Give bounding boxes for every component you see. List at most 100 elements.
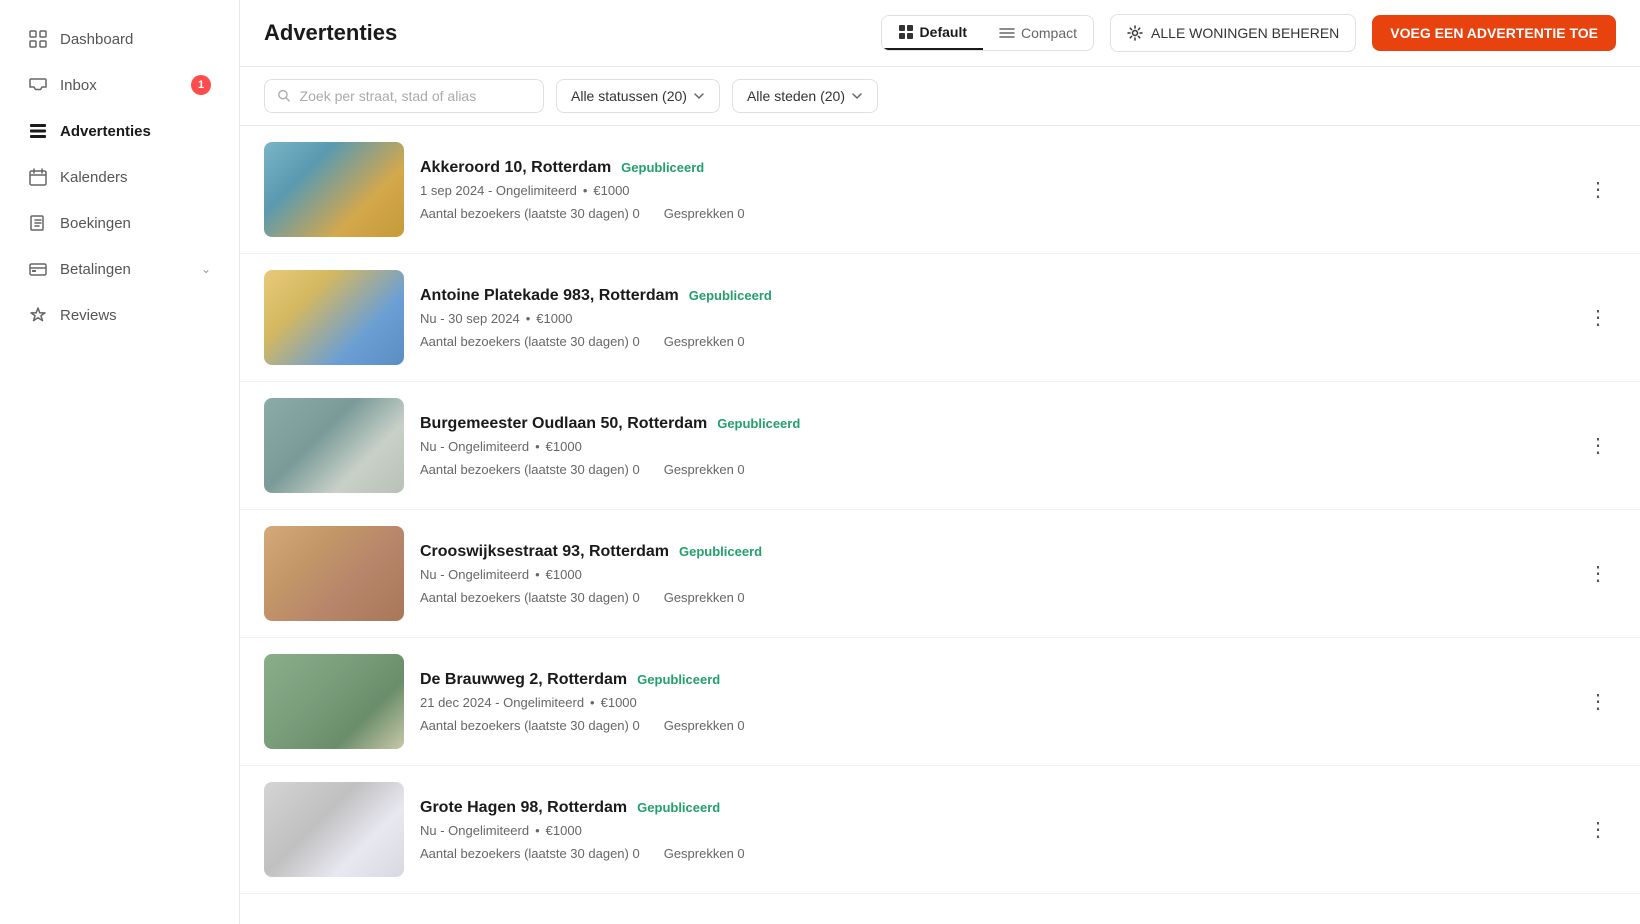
status-badge: Gepubliceerd bbox=[689, 288, 772, 303]
city-filter-button[interactable]: Alle steden (20) bbox=[732, 79, 878, 113]
dot-separator: • bbox=[535, 823, 540, 838]
listing-item: Antoine Platekade 983, Rotterdam Gepubli… bbox=[240, 254, 1640, 382]
list-icon bbox=[28, 121, 48, 141]
listing-title-row: Antoine Platekade 983, Rotterdam Gepubli… bbox=[420, 287, 1564, 305]
dot-separator: • bbox=[535, 567, 540, 582]
compact-view-icon bbox=[999, 25, 1015, 41]
listing-item: Akkeroord 10, Rotterdam Gepubliceerd 1 s… bbox=[240, 126, 1640, 254]
manage-all-button[interactable]: ALLE WONINGEN BEHEREN bbox=[1110, 14, 1356, 52]
chevron-down-icon bbox=[851, 90, 863, 102]
listing-conversations: Gesprekken 0 bbox=[664, 590, 745, 605]
listing-meta: 1 sep 2024 - Ongelimiteerd • €1000 bbox=[420, 183, 1564, 198]
sidebar-item-label: Boekingen bbox=[60, 215, 131, 232]
status-badge: Gepubliceerd bbox=[637, 672, 720, 687]
default-view-icon bbox=[898, 24, 914, 40]
listing-date: Nu - Ongelimiteerd bbox=[420, 823, 529, 838]
listing-conversations: Gesprekken 0 bbox=[664, 334, 745, 349]
listing-title-row: Burgemeester Oudlaan 50, Rotterdam Gepub… bbox=[420, 415, 1564, 433]
more-options-button[interactable]: ⋮ bbox=[1580, 297, 1616, 338]
listing-info: Antoine Platekade 983, Rotterdam Gepubli… bbox=[420, 287, 1564, 349]
listing-info: Crooswijksestraat 93, Rotterdam Gepublic… bbox=[420, 543, 1564, 605]
sidebar-item-boekingen[interactable]: Boekingen bbox=[8, 201, 231, 245]
listing-price: €1000 bbox=[536, 311, 572, 326]
listing-thumbnail bbox=[264, 526, 404, 621]
listing-title-row: Akkeroord 10, Rotterdam Gepubliceerd bbox=[420, 159, 1564, 177]
listing-stats: Aantal bezoekers (laatste 30 dagen) 0 Ge… bbox=[420, 206, 1564, 221]
listing-item: Crooswijksestraat 93, Rotterdam Gepublic… bbox=[240, 510, 1640, 638]
listing-item: Burgemeester Oudlaan 50, Rotterdam Gepub… bbox=[240, 382, 1640, 510]
chevron-down-icon bbox=[693, 90, 705, 102]
listing-info: Burgemeester Oudlaan 50, Rotterdam Gepub… bbox=[420, 415, 1564, 477]
view-compact-button[interactable]: Compact bbox=[983, 17, 1093, 49]
main-content: Advertenties Default Compact bbox=[240, 0, 1640, 924]
sidebar: Dashboard Inbox 1 Advertenties bbox=[0, 0, 240, 924]
status-badge: Gepubliceerd bbox=[621, 160, 704, 175]
listing-conversations: Gesprekken 0 bbox=[664, 206, 745, 221]
listing-price: €1000 bbox=[546, 567, 582, 582]
inbox-icon bbox=[28, 75, 48, 95]
more-options-button[interactable]: ⋮ bbox=[1580, 553, 1616, 594]
listing-item: De Brauwweg 2, Rotterdam Gepubliceerd 21… bbox=[240, 638, 1640, 766]
listing-meta: Nu - Ongelimiteerd • €1000 bbox=[420, 823, 1564, 838]
listing-visitors: Aantal bezoekers (laatste 30 dagen) 0 bbox=[420, 462, 640, 477]
add-advertentie-button[interactable]: VOEG EEN ADVERTENTIE TOE bbox=[1372, 15, 1616, 51]
search-icon bbox=[277, 88, 292, 104]
listing-info: Grote Hagen 98, Rotterdam Gepubliceerd N… bbox=[420, 799, 1564, 861]
view-toggle: Default Compact bbox=[881, 15, 1094, 51]
listings-list: Akkeroord 10, Rotterdam Gepubliceerd 1 s… bbox=[240, 126, 1640, 924]
listing-visitors: Aantal bezoekers (laatste 30 dagen) 0 bbox=[420, 718, 640, 733]
search-box[interactable] bbox=[264, 79, 544, 113]
listing-conversations: Gesprekken 0 bbox=[664, 846, 745, 861]
listing-meta: Nu - Ongelimiteerd • €1000 bbox=[420, 567, 1564, 582]
listing-title: Burgemeester Oudlaan 50, Rotterdam bbox=[420, 415, 707, 433]
listing-date: Nu - Ongelimiteerd bbox=[420, 567, 529, 582]
sidebar-item-reviews[interactable]: Reviews bbox=[8, 293, 231, 337]
sidebar-item-advertenties[interactable]: Advertenties bbox=[8, 109, 231, 153]
listing-date: Nu - Ongelimiteerd bbox=[420, 439, 529, 454]
calendar-icon bbox=[28, 167, 48, 187]
listing-price: €1000 bbox=[546, 439, 582, 454]
more-options-button[interactable]: ⋮ bbox=[1580, 809, 1616, 850]
header: Advertenties Default Compact bbox=[240, 0, 1640, 67]
listing-title-row: Grote Hagen 98, Rotterdam Gepubliceerd bbox=[420, 799, 1564, 817]
search-input[interactable] bbox=[300, 88, 531, 104]
listing-stats: Aantal bezoekers (laatste 30 dagen) 0 Ge… bbox=[420, 462, 1564, 477]
more-options-button[interactable]: ⋮ bbox=[1580, 681, 1616, 722]
page-title: Advertenties bbox=[264, 20, 865, 46]
sidebar-item-label: Kalenders bbox=[60, 169, 128, 186]
status-filter-button[interactable]: Alle statussen (20) bbox=[556, 79, 720, 113]
listing-title: Akkeroord 10, Rotterdam bbox=[420, 159, 611, 177]
listing-meta: Nu - Ongelimiteerd • €1000 bbox=[420, 439, 1564, 454]
sidebar-item-dashboard[interactable]: Dashboard bbox=[8, 17, 231, 61]
status-badge: Gepubliceerd bbox=[679, 544, 762, 559]
listing-title: Crooswijksestraat 93, Rotterdam bbox=[420, 543, 669, 561]
listing-stats: Aantal bezoekers (laatste 30 dagen) 0 Ge… bbox=[420, 334, 1564, 349]
sidebar-item-label: Advertenties bbox=[60, 123, 151, 140]
status-badge: Gepubliceerd bbox=[637, 800, 720, 815]
more-options-button[interactable]: ⋮ bbox=[1580, 425, 1616, 466]
listing-title: Antoine Platekade 983, Rotterdam bbox=[420, 287, 679, 305]
listing-conversations: Gesprekken 0 bbox=[664, 718, 745, 733]
status-badge: Gepubliceerd bbox=[717, 416, 800, 431]
listing-thumbnail bbox=[264, 142, 404, 237]
dot-separator: • bbox=[590, 695, 595, 710]
sidebar-item-label: Betalingen bbox=[60, 261, 131, 278]
listing-price: €1000 bbox=[601, 695, 637, 710]
listing-stats: Aantal bezoekers (laatste 30 dagen) 0 Ge… bbox=[420, 846, 1564, 861]
more-options-button[interactable]: ⋮ bbox=[1580, 169, 1616, 210]
listing-stats: Aantal bezoekers (laatste 30 dagen) 0 Ge… bbox=[420, 718, 1564, 733]
book-icon bbox=[28, 213, 48, 233]
listing-visitors: Aantal bezoekers (laatste 30 dagen) 0 bbox=[420, 846, 640, 861]
filters-bar: Alle statussen (20) Alle steden (20) bbox=[240, 67, 1640, 126]
view-default-button[interactable]: Default bbox=[882, 16, 983, 50]
listing-date: Nu - 30 sep 2024 bbox=[420, 311, 520, 326]
listing-title-row: Crooswijksestraat 93, Rotterdam Gepublic… bbox=[420, 543, 1564, 561]
listing-title: Grote Hagen 98, Rotterdam bbox=[420, 799, 627, 817]
sidebar-item-kalenders[interactable]: Kalenders bbox=[8, 155, 231, 199]
listing-meta: Nu - 30 sep 2024 • €1000 bbox=[420, 311, 1564, 326]
sidebar-item-betalingen[interactable]: Betalingen ⌄ bbox=[8, 247, 231, 291]
sidebar-item-inbox[interactable]: Inbox 1 bbox=[8, 63, 231, 107]
listing-visitors: Aantal bezoekers (laatste 30 dagen) 0 bbox=[420, 206, 640, 221]
listing-meta: 21 dec 2024 - Ongelimiteerd • €1000 bbox=[420, 695, 1564, 710]
listing-item: Grote Hagen 98, Rotterdam Gepubliceerd N… bbox=[240, 766, 1640, 894]
